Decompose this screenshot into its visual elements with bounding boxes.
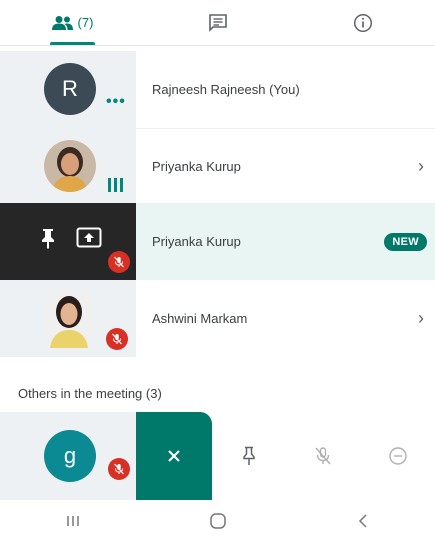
remove-button[interactable] bbox=[361, 412, 435, 500]
tab-people[interactable]: (7) bbox=[0, 0, 145, 45]
back-icon bbox=[358, 514, 367, 528]
chat-icon bbox=[208, 13, 227, 32]
people-count: (7) bbox=[77, 15, 94, 30]
participant-row[interactable]: R ••• Rajneesh Rajneesh (You) bbox=[0, 51, 435, 128]
close-button[interactable] bbox=[136, 412, 212, 500]
close-icon bbox=[168, 450, 180, 462]
participant-row-highlighted[interactable]: Priyanka Kurup NEW bbox=[0, 203, 435, 280]
pin-button[interactable] bbox=[212, 412, 286, 500]
participant-name: Rajneesh Rajneesh (You) bbox=[152, 82, 300, 97]
avatar: g bbox=[44, 430, 96, 482]
more-dots-icon: ••• bbox=[106, 93, 126, 110]
home-icon bbox=[209, 513, 226, 529]
recents-icon bbox=[66, 516, 79, 526]
back-button[interactable] bbox=[290, 513, 435, 529]
chevron-right-icon[interactable]: › bbox=[407, 308, 435, 329]
mic-off-icon bbox=[108, 251, 130, 273]
participant-actions bbox=[136, 412, 435, 500]
participant-tile bbox=[0, 280, 136, 357]
new-badge: NEW bbox=[384, 232, 427, 251]
chevron-right-icon[interactable]: › bbox=[407, 156, 435, 177]
participant-tile bbox=[0, 128, 136, 205]
mute-button[interactable] bbox=[286, 412, 360, 500]
audio-level-icon bbox=[108, 178, 123, 192]
tab-chat[interactable] bbox=[145, 0, 290, 45]
pin-icon bbox=[42, 229, 54, 249]
mic-off-icon bbox=[106, 328, 128, 350]
pin-icon bbox=[243, 446, 255, 465]
home-button[interactable] bbox=[145, 512, 290, 530]
avatar: R bbox=[44, 63, 96, 115]
participant-tile bbox=[0, 203, 136, 280]
others-section-title: Others in the meeting (3) bbox=[18, 386, 162, 401]
panel-tabs: (7) bbox=[0, 0, 435, 46]
present-screen-icon bbox=[76, 227, 102, 248]
mic-off-icon bbox=[108, 458, 130, 480]
avatar bbox=[46, 290, 92, 348]
participant-tile: R ••• bbox=[0, 51, 136, 128]
people-icon bbox=[51, 15, 73, 30]
participant-name: Priyanka Kurup bbox=[152, 159, 241, 174]
participant-row[interactable]: Priyanka Kurup › bbox=[0, 128, 435, 205]
tab-info[interactable] bbox=[290, 0, 435, 45]
participant-name: Ashwini Markam bbox=[152, 311, 248, 326]
participant-tile: g bbox=[0, 412, 136, 500]
system-nav-bar bbox=[0, 505, 435, 537]
info-icon bbox=[353, 13, 372, 32]
participant-name: Priyanka Kurup bbox=[152, 234, 241, 249]
remove-icon bbox=[389, 447, 407, 465]
mic-off-icon bbox=[315, 447, 332, 465]
avatar bbox=[44, 140, 96, 192]
participant-row[interactable]: Ashwini Markam › bbox=[0, 280, 435, 357]
recents-button[interactable] bbox=[0, 514, 145, 528]
